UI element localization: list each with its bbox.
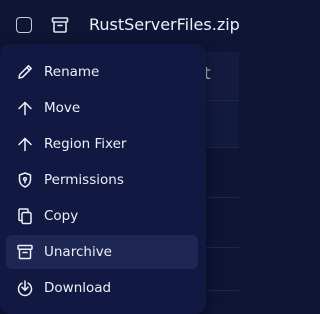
menu-item-move[interactable]: Move xyxy=(6,91,198,125)
copy-icon xyxy=(16,207,34,225)
menu-item-label: Permissions xyxy=(44,172,124,188)
menu-item-permissions[interactable]: Permissions xyxy=(6,163,198,197)
context-menu: Rename Move Region Fixer Permissions Cop… xyxy=(0,44,206,314)
select-checkbox[interactable] xyxy=(16,17,32,33)
menu-item-label: Copy xyxy=(44,208,79,224)
menu-item-unarchive[interactable]: Unarchive xyxy=(6,235,198,269)
shield-icon xyxy=(16,171,34,189)
archive-icon xyxy=(16,243,34,261)
menu-item-download[interactable]: Download xyxy=(6,271,198,305)
archive-icon xyxy=(50,15,70,35)
menu-item-label: Move xyxy=(44,100,81,116)
menu-item-copy[interactable]: Copy xyxy=(6,199,198,233)
menu-item-label: Region Fixer xyxy=(44,136,127,152)
menu-item-rename[interactable]: Rename xyxy=(6,55,198,89)
menu-item-label: Rename xyxy=(44,64,100,80)
pencil-icon xyxy=(16,63,34,81)
menu-item-label: Download xyxy=(44,280,112,296)
arrow-up-icon xyxy=(16,99,34,117)
download-icon xyxy=(16,279,34,297)
arrow-up-icon xyxy=(16,135,34,153)
menu-item-region-fixer[interactable]: Region Fixer xyxy=(6,127,198,161)
file-name[interactable]: RustServerFiles.zip xyxy=(89,15,240,35)
menu-item-label: Unarchive xyxy=(44,244,112,260)
